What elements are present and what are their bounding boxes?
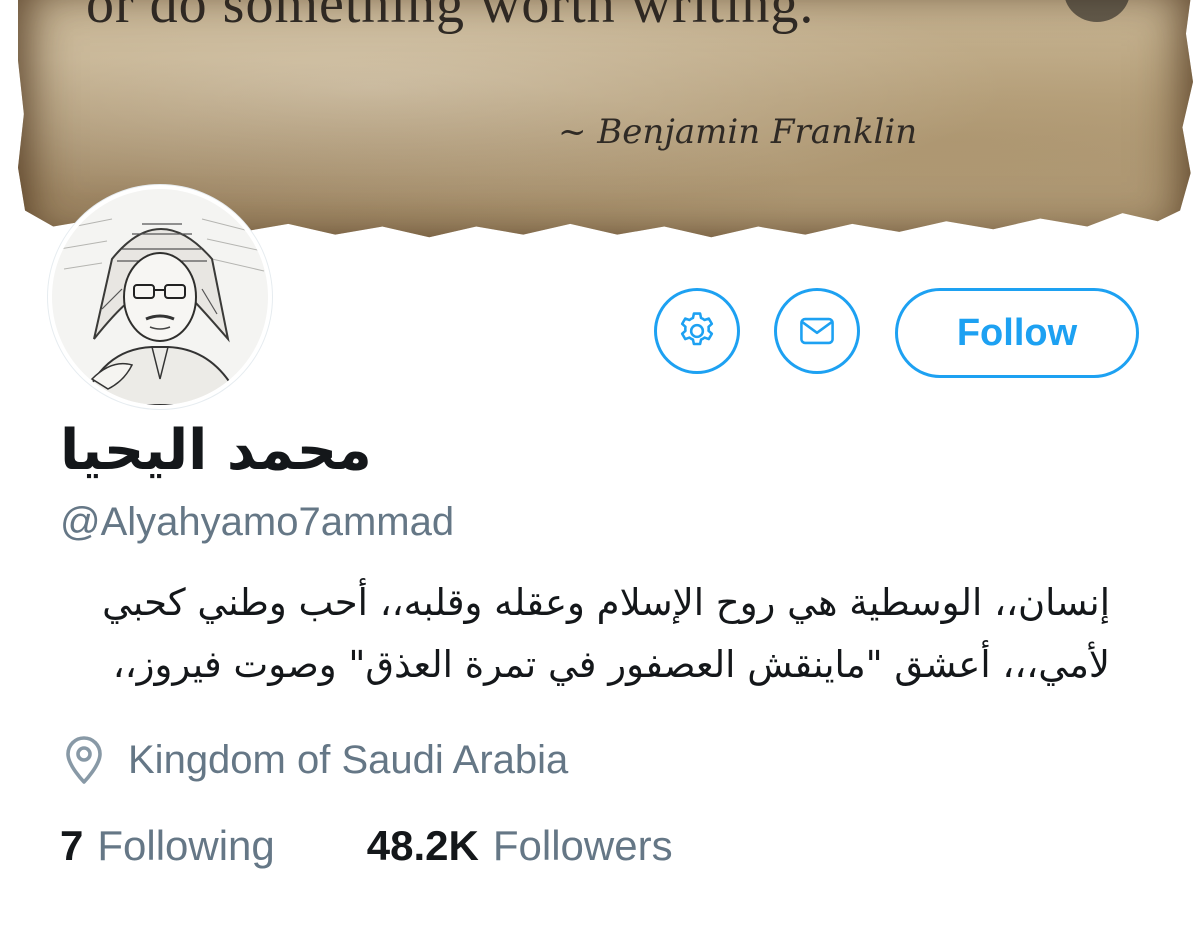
user-handle: @Alyahyamo7ammad xyxy=(60,500,455,544)
gear-icon xyxy=(680,312,714,346)
avatar[interactable] xyxy=(48,185,272,409)
profile-stats: 7 Following 48.2K Followers xyxy=(60,822,673,870)
banner-quote-author: ~ Benjamin Franklin xyxy=(558,112,918,152)
location: Kingdom of Saudi Arabia xyxy=(60,730,568,790)
profile-page: or do something worth writing. ~ Benjami… xyxy=(0,0,1200,934)
display-name: محمد اليحيا xyxy=(60,418,372,483)
message-button[interactable] xyxy=(774,288,860,374)
following-count: 7 xyxy=(60,822,84,869)
avatar-sketch-image xyxy=(52,189,268,405)
followers-count: 48.2K xyxy=(366,822,479,869)
following-stat[interactable]: 7 Following xyxy=(60,822,275,870)
follow-button[interactable]: Follow xyxy=(895,288,1139,378)
followers-label: Followers xyxy=(492,822,673,869)
followers-stat[interactable]: 48.2K Followers xyxy=(367,822,673,870)
settings-button[interactable] xyxy=(654,288,740,374)
bio: إنسان،، الوسطية هي روح الإسلام وعقله وقل… xyxy=(60,572,1110,696)
location-text: Kingdom of Saudi Arabia xyxy=(128,737,569,782)
bio-line: لأمي،،، أعشق "ماينقش العصفور في تمرة الع… xyxy=(112,643,1110,686)
envelope-icon xyxy=(800,317,834,345)
bio-line: إنسان،، الوسطية هي روح الإسلام وعقله وقل… xyxy=(102,581,1110,624)
banner-quote: or do something worth writing. xyxy=(86,0,815,35)
map-pin-icon xyxy=(66,736,102,784)
following-label: Following xyxy=(97,822,275,869)
